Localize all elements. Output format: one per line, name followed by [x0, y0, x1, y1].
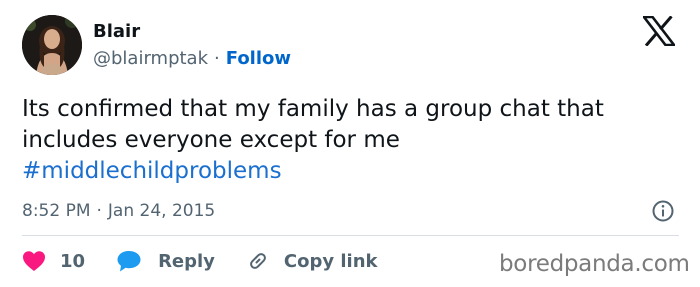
- author-handle-line: @blairmptak · Follow: [93, 47, 291, 71]
- divider: [22, 235, 679, 236]
- action-bar: 10 Reply Copy link: [22, 246, 378, 276]
- reply-button[interactable]: Reply: [116, 249, 215, 273]
- tweet-text-line: Its confirmed that my family has a group…: [22, 96, 604, 122]
- heart-icon: [23, 251, 45, 271]
- reply-label: Reply: [158, 250, 215, 272]
- info-icon[interactable]: [651, 199, 675, 223]
- copy-link-label: Copy link: [283, 250, 378, 272]
- author-name[interactable]: Blair: [93, 20, 140, 44]
- tweet-card: Blair @blairmptak · Follow Its confirmed t…: [0, 0, 700, 287]
- timestamp[interactable]: 8:52 PM · Jan 24, 2015: [22, 199, 215, 223]
- avatar[interactable]: [22, 15, 82, 75]
- hashtag-link[interactable]: #middlechildproblems: [22, 156, 682, 187]
- like-count: 10: [60, 250, 86, 272]
- like-button[interactable]: 10: [22, 250, 85, 272]
- author-handle[interactable]: @blairmptak: [93, 48, 208, 69]
- watermark: boredpanda.com: [499, 251, 690, 277]
- x-logo-icon[interactable]: [643, 16, 675, 46]
- link-icon: [250, 253, 266, 269]
- tweet-text: Its confirmed that my family has a group…: [22, 94, 682, 187]
- tweet-time: 8:52 PM: [22, 201, 91, 221]
- handle-separator: ·: [214, 48, 220, 69]
- copy-link-button[interactable]: Copy link: [246, 249, 378, 273]
- follow-link[interactable]: Follow: [226, 48, 291, 69]
- tweet-text-line: includes everyone except for me: [22, 127, 400, 153]
- tweet-date: Jan 24, 2015: [107, 201, 216, 221]
- speech-bubble-icon: [117, 251, 141, 272]
- timestamp-separator: ·: [96, 201, 102, 221]
